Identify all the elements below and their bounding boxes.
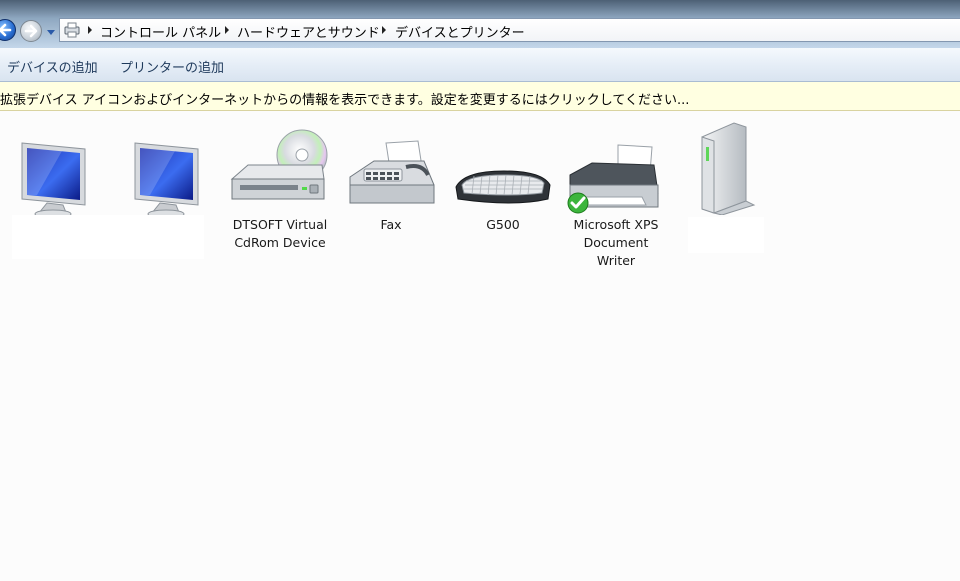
external-drive-icon <box>701 122 756 215</box>
keyboard-icon <box>455 170 551 204</box>
navigation-bar: コントロール パネル ハードウェアとサウンド デバイスとプリンター <box>0 0 960 48</box>
device-item-printer-xps[interactable]: Microsoft XPS Document Writer <box>564 139 668 271</box>
arrow-right-icon <box>24 24 38 38</box>
devices-printers-icon <box>64 22 80 38</box>
device-list: DTSOFT Virtual CdRom Device Fax G500 Mic… <box>0 111 960 581</box>
device-item-fax[interactable]: Fax <box>340 139 442 239</box>
device-label: G500 <box>486 217 520 232</box>
device-item-keyboard-g500[interactable]: G500 <box>452 139 554 239</box>
breadcrumb-separator-icon[interactable] <box>225 26 229 34</box>
device-label: DTSOFT Virtual CdRom Device <box>232 217 328 250</box>
cd-drive-icon <box>230 129 328 200</box>
fax-icon <box>349 140 435 204</box>
device-item-monitor-1[interactable] <box>12 131 108 259</box>
arrow-left-icon <box>0 23 12 37</box>
breadcrumb-separator-icon[interactable] <box>88 26 92 34</box>
monitor-icon <box>21 142 86 219</box>
info-bar-message: 拡張デバイス アイコンおよびインターネットからの情報を表示できます。設定を変更す… <box>0 93 690 108</box>
back-button[interactable] <box>0 19 16 41</box>
breadcrumb-devices-printers[interactable]: デバイスとプリンター <box>395 22 525 41</box>
breadcrumb-separator-icon[interactable] <box>382 26 386 34</box>
device-label: Fax <box>380 217 402 232</box>
forward-button[interactable] <box>20 20 42 42</box>
breadcrumb-hardware-sound[interactable]: ハードウェアとサウンド <box>237 22 380 41</box>
device-label-area <box>12 215 108 259</box>
info-bar[interactable]: 拡張デバイス アイコンおよびインターネットからの情報を表示できます。設定を変更す… <box>0 82 960 111</box>
breadcrumb-control-panel[interactable]: コントロール パネル <box>100 22 221 41</box>
device-label: Microsoft XPS Document Writer <box>573 217 659 268</box>
add-device-button[interactable]: デバイスの追加 <box>7 57 98 76</box>
monitor-icon <box>134 142 199 219</box>
device-item-external-drive[interactable] <box>688 119 764 253</box>
device-label-area <box>108 215 204 259</box>
device-item-cd-drive[interactable]: DTSOFT Virtual CdRom Device <box>224 127 336 257</box>
device-item-monitor-2[interactable] <box>108 131 204 259</box>
default-printer-check-icon <box>567 192 589 214</box>
recent-pages-dropdown-icon[interactable] <box>46 27 56 37</box>
add-printer-button[interactable]: プリンターの追加 <box>120 57 224 76</box>
command-bar: デバイスの追加 プリンターの追加 <box>0 48 960 82</box>
device-label-area <box>688 217 764 253</box>
address-bar[interactable]: コントロール パネル ハードウェアとサウンド デバイスとプリンター <box>59 18 960 42</box>
